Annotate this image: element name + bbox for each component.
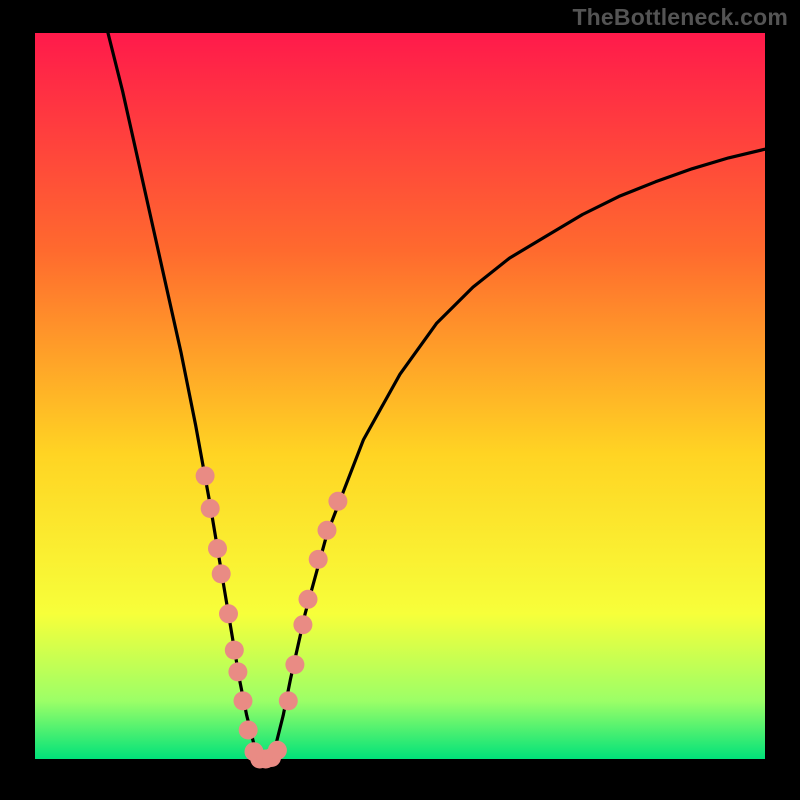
watermark-text: TheBottleneck.com: [572, 4, 788, 31]
chart-frame: TheBottleneck.com: [0, 0, 800, 800]
bottleneck-chart: [0, 0, 800, 800]
